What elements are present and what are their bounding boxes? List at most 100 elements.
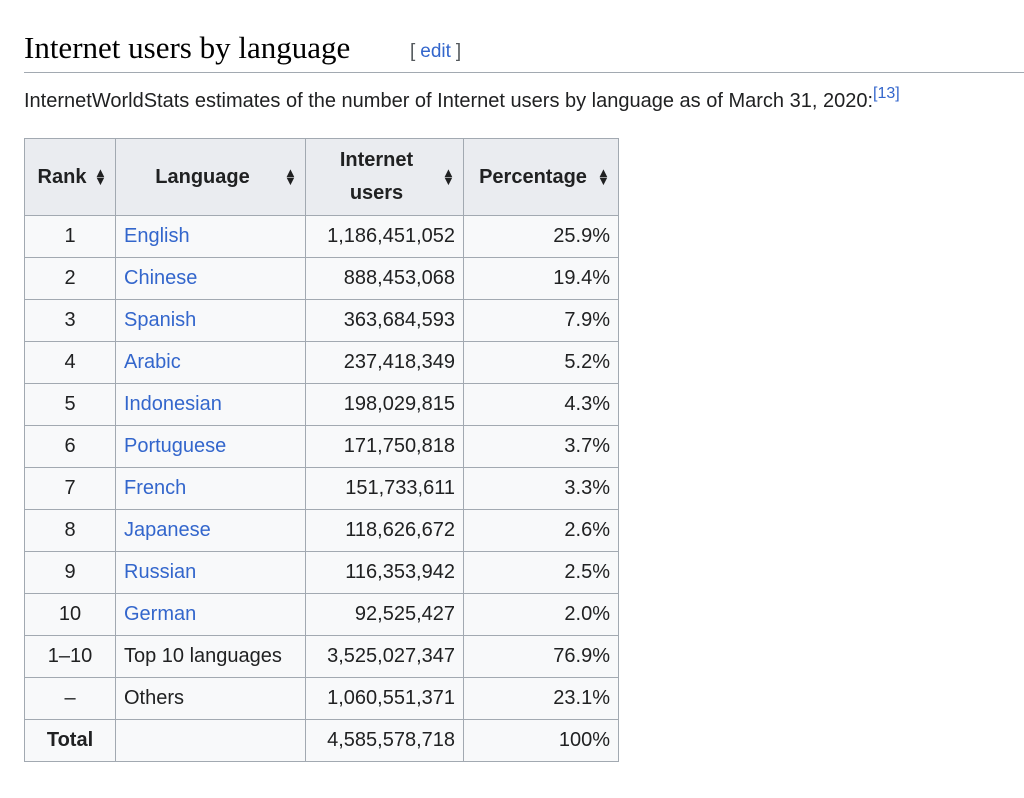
cell-language: English bbox=[115, 215, 306, 258]
table-row: 6 Portuguese 171,750,818 3.7% bbox=[24, 425, 619, 468]
cell-users: 118,626,672 bbox=[305, 509, 464, 552]
language-link[interactable]: Japanese bbox=[124, 519, 211, 541]
cell-rank: 7 bbox=[24, 467, 116, 510]
cell-percentage: 100% bbox=[463, 719, 619, 762]
cell-language: Indonesian bbox=[115, 383, 306, 426]
header-rank-label: Rank bbox=[37, 165, 87, 188]
cell-language: German bbox=[115, 593, 306, 636]
citation: [13] bbox=[873, 85, 900, 102]
language-link[interactable]: Arabic bbox=[124, 351, 181, 373]
cell-users: 237,418,349 bbox=[305, 341, 464, 384]
header-users-label: Internet users bbox=[340, 144, 429, 210]
cell-rank: 1 bbox=[24, 215, 116, 258]
language-link[interactable]: English bbox=[124, 225, 190, 247]
sort-arrows-icon[interactable]: ▲ ▼ bbox=[442, 166, 455, 187]
cell-percentage: 76.9% bbox=[463, 635, 619, 678]
cell-percentage: 2.5% bbox=[463, 551, 619, 594]
table-row: 4 Arabic 237,418,349 5.2% bbox=[24, 341, 619, 384]
table-row: 1 English 1,186,451,052 25.9% bbox=[24, 215, 619, 258]
cell-percentage: 23.1% bbox=[463, 677, 619, 720]
table-row: 7 French 151,733,611 3.3% bbox=[24, 467, 619, 510]
citation-link[interactable]: [13] bbox=[873, 85, 900, 102]
cell-percentage: 3.3% bbox=[463, 467, 619, 510]
cell-percentage: 2.6% bbox=[463, 509, 619, 552]
sort-arrows-icon[interactable]: ▲ ▼ bbox=[284, 166, 297, 187]
cell-percentage: 7.9% bbox=[463, 299, 619, 342]
language-link[interactable]: Indonesian bbox=[124, 393, 222, 415]
table-row: 10 German 92,525,427 2.0% bbox=[24, 593, 619, 636]
cell-users: 1,060,551,371 bbox=[305, 677, 464, 720]
cell-rank: 5 bbox=[24, 383, 116, 426]
cell-rank: 4 bbox=[24, 341, 116, 384]
cell-rank: 10 bbox=[24, 593, 116, 636]
cell-users: 363,684,593 bbox=[305, 299, 464, 342]
cell-total-label: Total bbox=[24, 719, 116, 762]
table-row: 9 Russian 116,353,942 2.5% bbox=[24, 551, 619, 594]
edit-section: [edit] bbox=[410, 40, 461, 64]
cell-users: 4,585,578,718 bbox=[305, 719, 464, 762]
table-row: 8 Japanese 118,626,672 2.6% bbox=[24, 509, 619, 552]
language-link[interactable]: Russian bbox=[124, 561, 196, 583]
language-link[interactable]: Chinese bbox=[124, 267, 197, 289]
cell-percentage: 4.3% bbox=[463, 383, 619, 426]
header-language-label: Language bbox=[155, 165, 250, 188]
cell-rank: 6 bbox=[24, 425, 116, 468]
table-row: 2 Chinese 888,453,068 19.4% bbox=[24, 257, 619, 300]
cell-language: Others bbox=[115, 677, 306, 720]
language-link[interactable]: Portuguese bbox=[124, 435, 226, 457]
cell-rank: 9 bbox=[24, 551, 116, 594]
section-heading: Internet users by language [edit] bbox=[24, 28, 1024, 73]
cell-language: Arabic bbox=[115, 341, 306, 384]
header-language[interactable]: Language ▲ ▼ bbox=[115, 138, 306, 216]
header-users-line1: Internet bbox=[339, 149, 414, 171]
section-title: Internet users by language bbox=[24, 30, 351, 65]
users-by-language-table: Rank ▲ ▼ Language ▲ ▼ Internet users ▲ ▼ Per… bbox=[24, 138, 619, 762]
cell-users: 3,525,027,347 bbox=[305, 635, 464, 678]
cell-users: 116,353,942 bbox=[305, 551, 464, 594]
cell-language: Russian bbox=[115, 551, 306, 594]
cell-users: 92,525,427 bbox=[305, 593, 464, 636]
header-users-line2: users bbox=[349, 182, 404, 204]
cell-percentage: 5.2% bbox=[463, 341, 619, 384]
cell-rank: 1–10 bbox=[24, 635, 116, 678]
header-internet-users[interactable]: Internet users ▲ ▼ bbox=[305, 138, 464, 216]
cell-language: Chinese bbox=[115, 257, 306, 300]
language-link[interactable]: French bbox=[124, 477, 186, 499]
cell-users: 151,733,611 bbox=[305, 467, 464, 510]
cell-language: Top 10 languages bbox=[115, 635, 306, 678]
cell-rank: – bbox=[24, 677, 116, 720]
cell-percentage: 19.4% bbox=[463, 257, 619, 300]
language-link[interactable]: Spanish bbox=[124, 309, 196, 331]
cell-percentage: 3.7% bbox=[463, 425, 619, 468]
header-percentage[interactable]: Percentage ▲ ▼ bbox=[463, 138, 619, 216]
cell-language: Spanish bbox=[115, 299, 306, 342]
header-percentage-label: Percentage bbox=[479, 165, 587, 188]
cell-users: 198,029,815 bbox=[305, 383, 464, 426]
edit-bracket-close: ] bbox=[455, 41, 462, 62]
cell-users: 171,750,818 bbox=[305, 425, 464, 468]
cell-language: Japanese bbox=[115, 509, 306, 552]
cell-language: Portuguese bbox=[115, 425, 306, 468]
cell-percentage: 25.9% bbox=[463, 215, 619, 258]
cell-percentage: 2.0% bbox=[463, 593, 619, 636]
cell-rank: 8 bbox=[24, 509, 116, 552]
cell-users: 888,453,068 bbox=[305, 257, 464, 300]
header-rank[interactable]: Rank ▲ ▼ bbox=[24, 138, 116, 216]
summary-row: 1–10 Top 10 languages 3,525,027,347 76.9… bbox=[24, 635, 619, 678]
table-row: 5 Indonesian 198,029,815 4.3% bbox=[24, 383, 619, 426]
cell-rank: 2 bbox=[24, 257, 116, 300]
sort-arrows-icon[interactable]: ▲ ▼ bbox=[597, 166, 610, 187]
cell-language: French bbox=[115, 467, 306, 510]
cell-users: 1,186,451,052 bbox=[305, 215, 464, 258]
cell-language bbox=[115, 719, 306, 762]
sort-arrows-icon[interactable]: ▲ ▼ bbox=[94, 166, 107, 187]
table-row: 3 Spanish 363,684,593 7.9% bbox=[24, 299, 619, 342]
language-link[interactable]: German bbox=[124, 603, 196, 625]
intro-text: InternetWorldStats estimates of the numb… bbox=[24, 90, 873, 112]
table-header-row: Rank ▲ ▼ Language ▲ ▼ Internet users ▲ ▼ Per… bbox=[24, 138, 619, 216]
total-row: Total 4,585,578,718 100% bbox=[24, 719, 619, 762]
intro-paragraph: InternetWorldStats estimates of the numb… bbox=[24, 86, 900, 116]
cell-rank: 3 bbox=[24, 299, 116, 342]
edit-link[interactable]: edit bbox=[415, 41, 456, 62]
summary-row: – Others 1,060,551,371 23.1% bbox=[24, 677, 619, 720]
